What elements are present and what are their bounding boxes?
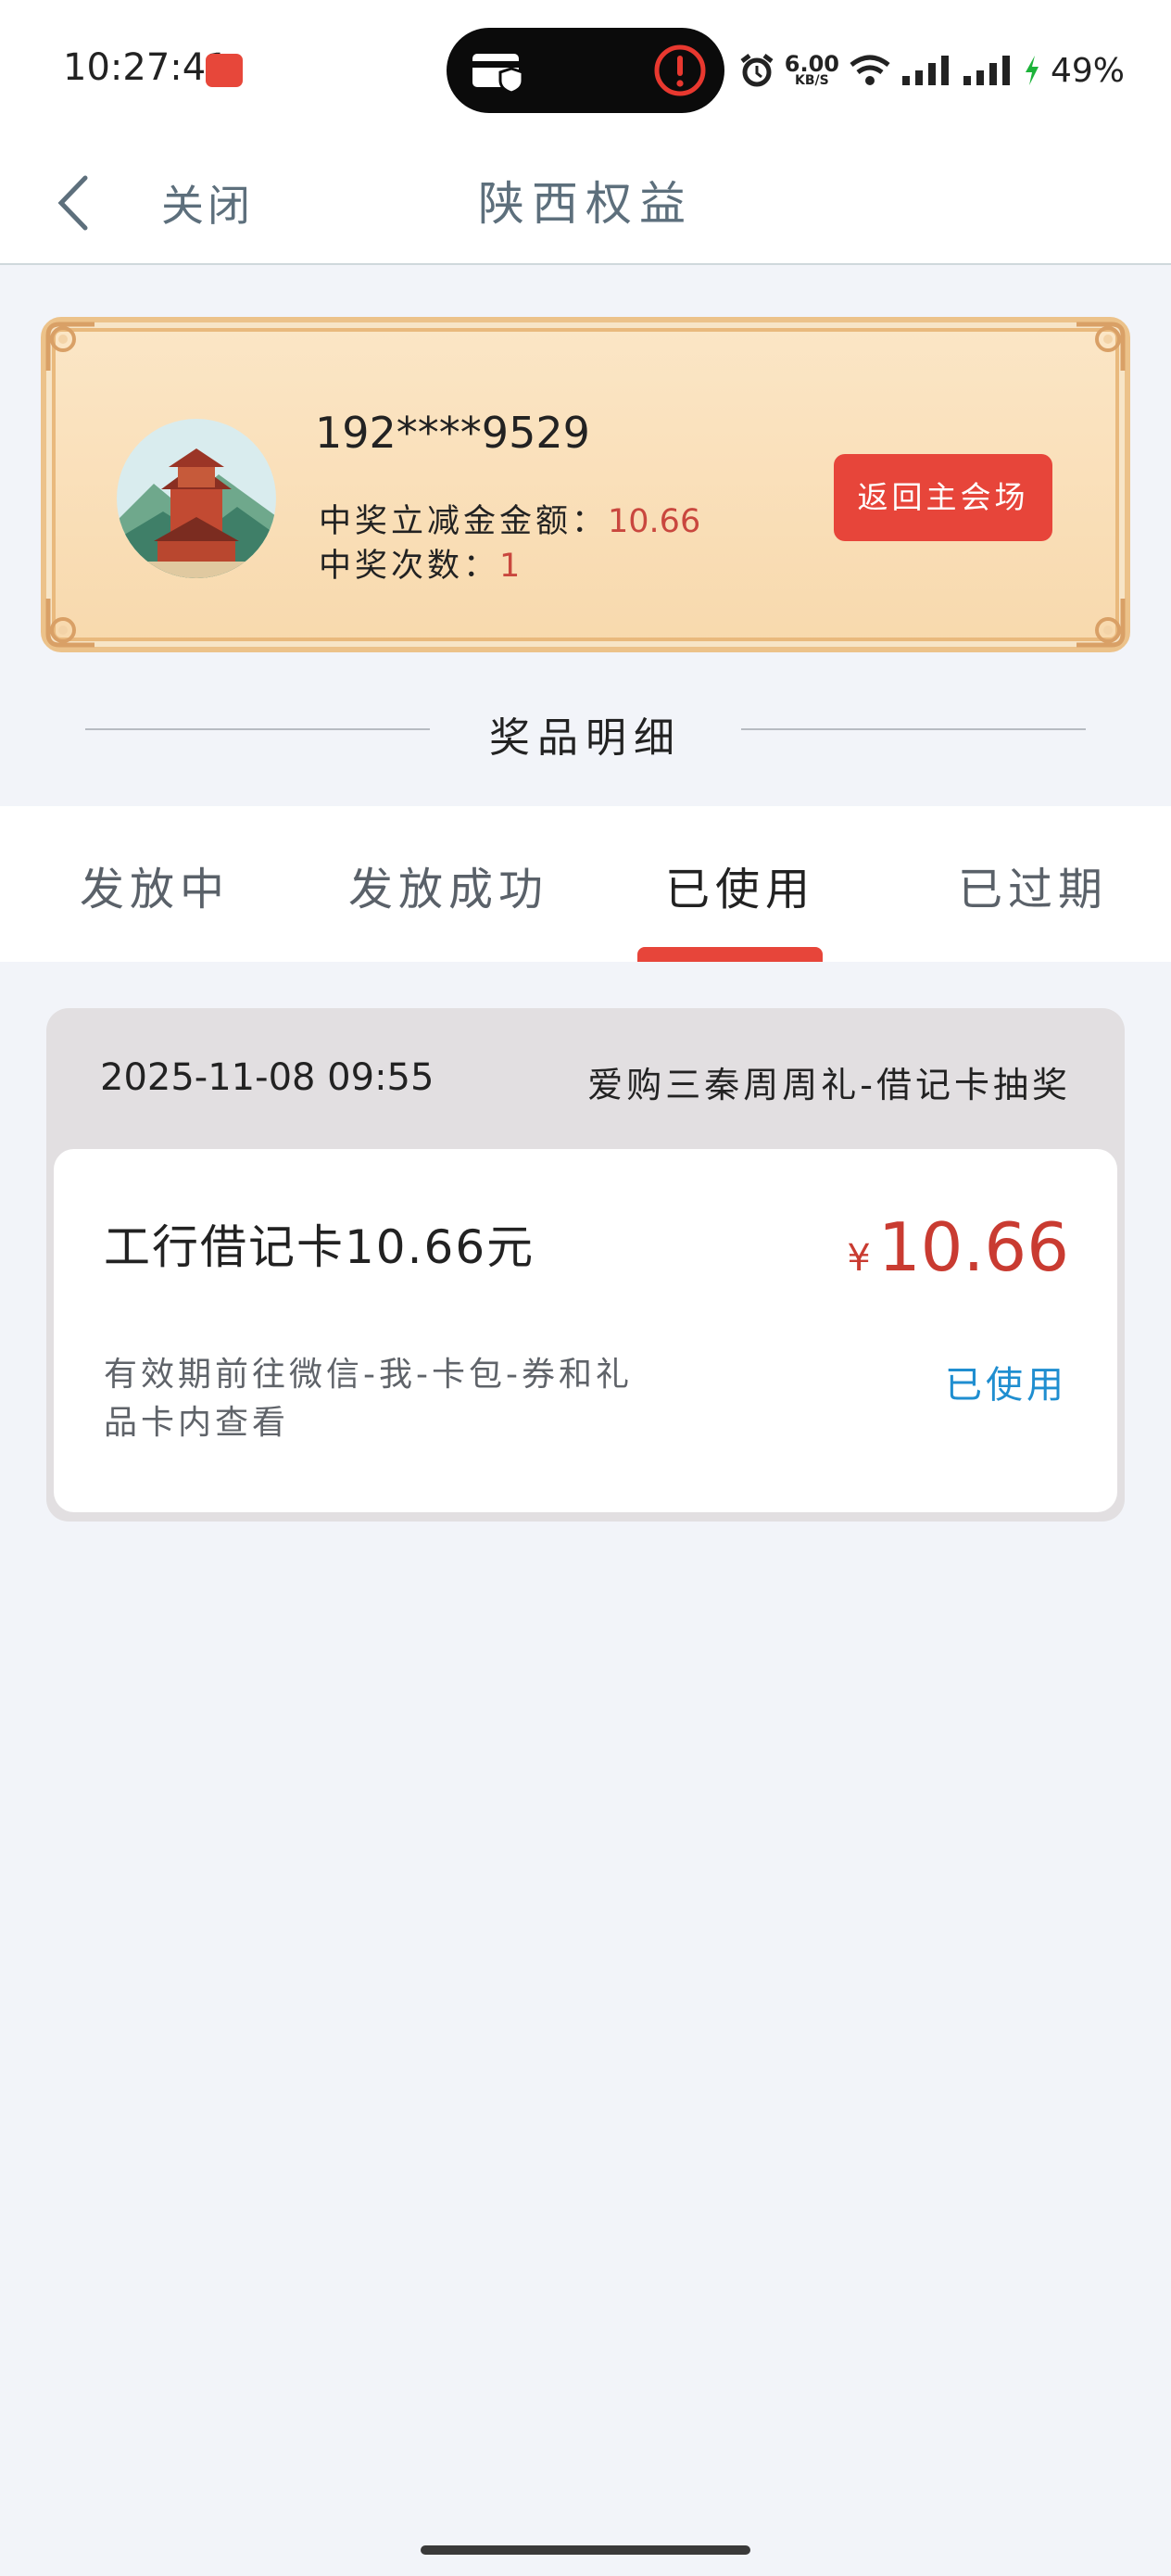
active-tab-indicator [637,947,823,962]
prize-amount-label: 中奖立减金金额： [319,503,609,540]
prize-count-label: 中奖次数： [319,548,500,585]
ornament-corner-icon [1077,599,1126,648]
phone-number: 192****9529 [315,408,590,458]
prize-record-card[interactable]: 2025-11-08 09:55 爱购三秦周周礼-借记卡抽奖 工行借记卡10.6… [46,1008,1125,1522]
prize-amount: ¥10.66 [847,1208,1069,1286]
divider [741,728,1086,730]
avatar [117,419,276,578]
dynamic-island[interactable] [447,28,724,113]
wifi-icon [850,55,890,85]
prize-count-value: 1 [499,548,521,585]
card-shield-icon [472,54,524,95]
status-tabs: 发放中 发放成功 已使用 已过期 [0,806,1171,962]
section-heading: 奖品明细 [85,697,1086,762]
tab-used[interactable]: 已使用 [665,852,815,917]
ornament-corner-icon [45,599,94,648]
signal-icon [963,56,1010,85]
app-notification-icon [206,54,243,87]
record-source: 爱购三秦周周礼-借记卡抽奖 [587,1065,1071,1105]
prize-amount-value: 10.66 [608,503,701,540]
tab-expired[interactable]: 已过期 [958,852,1108,917]
prize-name: 工行借记卡10.66元 [104,1220,535,1274]
prize-amount-number: 10.66 [877,1208,1069,1286]
page-title: 陕西权益 [478,177,693,231]
status-indicators: 6.00 KB/S 49% [738,43,1125,98]
charging-icon [1025,56,1039,85]
record-datetime: 2025-11-08 09:55 [100,1056,434,1099]
record-detail: 工行借记卡10.66元 ¥10.66 有效期前往微信-我-卡包-券和礼品卡内查看… [54,1149,1117,1512]
tab-issued-success[interactable]: 发放成功 [348,852,548,917]
alert-icon [654,44,706,96]
ornament-corner-icon [1077,322,1126,371]
nav-bar: 关闭 陕西权益 [0,139,1171,265]
signal-icon [901,56,949,85]
currency-symbol: ¥ [847,1237,871,1280]
alarm-icon [740,54,774,87]
status-time: 10:27:41 [63,46,230,89]
return-main-venue-button[interactable]: 返回主会场 [834,454,1052,541]
ornament-corner-icon [45,322,94,371]
home-indicator[interactable] [421,2545,750,2555]
battery-level: 49% [1050,51,1125,90]
prize-count-stat: 中奖次数：1 [319,539,520,587]
tab-issuing[interactable]: 发放中 [80,852,230,917]
prize-description: 有效期前往微信-我-卡包-券和礼品卡内查看 [104,1356,633,1442]
status-bar: 10:27:41 6.00 KB/S 49% [0,0,1171,139]
section-title: 奖品明细 [489,714,682,762]
prize-amount-stat: 中奖立减金金额：10.66 [319,495,700,542]
prize-summary-card: 192****9529 中奖立减金金额：10.66 中奖次数：1 返回主会场 [41,317,1130,652]
status-badge: 已使用 [945,1364,1067,1407]
network-speed: 6.00 KB/S [785,53,839,87]
